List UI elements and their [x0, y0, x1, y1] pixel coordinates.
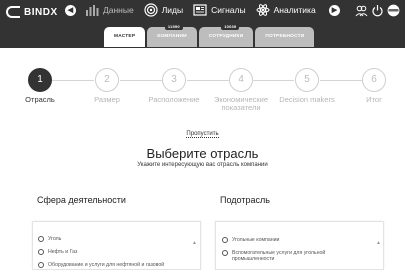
- step-decision-makers[interactable]: 5 Decision makers: [275, 68, 339, 104]
- option-label: Нефть и Газ: [48, 249, 78, 255]
- step-label: Отрасль: [25, 95, 55, 104]
- nav-label-signals: Сигналы: [211, 5, 246, 15]
- nav-item-analytics[interactable]: Аналитика: [256, 3, 316, 17]
- nav-next-icon[interactable]: ▶: [329, 5, 340, 16]
- step-number: 3: [162, 68, 186, 92]
- radio-button[interactable]: [38, 236, 44, 242]
- main-nav: Данные Лиды Сигналы Аналитика: [85, 3, 316, 17]
- page-title: Выберите отрасль: [146, 146, 259, 161]
- step-number: 4: [229, 68, 253, 92]
- radio-button[interactable]: [222, 250, 228, 256]
- subindustry-options-panel[interactable]: [215, 221, 384, 270]
- step-label: Итог: [366, 95, 382, 104]
- step-label: Расположение: [148, 95, 200, 104]
- step-number: 2: [95, 68, 119, 92]
- tab-needs[interactable]: ПОТРЕБНОСТИ: [255, 27, 315, 47]
- atom-icon: [256, 4, 270, 16]
- option-label: Оборудование и услуги для нефтяной и газ…: [48, 262, 165, 268]
- nav-label-analytics: Аналитика: [273, 5, 316, 15]
- step-industry[interactable]: 1 Отрасль: [8, 68, 72, 104]
- radio-button[interactable]: [38, 249, 44, 255]
- tab-employees[interactable]: СОТРУДНИКИ 10039: [198, 24, 254, 47]
- tab-master-label: МАСТЕР: [114, 34, 136, 39]
- subindustry-scroll-up-icon[interactable]: ▲: [376, 240, 381, 246]
- news-icon: [193, 4, 207, 16]
- tab-companies-label: КОМПАНИИ: [157, 34, 187, 39]
- brand-name: BINDX: [24, 6, 58, 18]
- wizard-steps: 1 Отрасль 2 Размер 3 Расположение 4 Экон…: [0, 68, 405, 118]
- step-summary[interactable]: 6 Итог: [342, 68, 405, 104]
- nav-label-data: Данные: [103, 5, 134, 15]
- skip-link[interactable]: Пропустить: [186, 131, 219, 138]
- tab-companies-badge: 11590: [164, 24, 183, 30]
- tab-needs-label: ПОТРЕБНОСТИ: [265, 34, 305, 39]
- language-flag-icon[interactable]: [387, 4, 400, 17]
- top-navigation-bar: BINDX ◀ Данные Лиды Сигналы Аналитика ▶ …: [0, 0, 405, 48]
- step-location[interactable]: 3 Расположение: [142, 68, 206, 104]
- step-size[interactable]: 2 Размер: [75, 68, 139, 104]
- tab-bar: МАСТЕР КОМПАНИИ 11590 СОТРУДНИКИ 10039 П…: [104, 24, 315, 47]
- sphere-heading: Сфера деятельности: [37, 195, 126, 205]
- tab-companies[interactable]: КОМПАНИИ 11590: [147, 24, 197, 47]
- step-economics[interactable]: 4 Экономические показатели: [209, 68, 273, 112]
- sphere-scroll-up-icon[interactable]: ▲: [192, 240, 197, 246]
- user-actions: [355, 4, 400, 17]
- radio-button[interactable]: [222, 237, 228, 243]
- step-number: 5: [295, 68, 319, 92]
- step-label: Decision makers: [279, 95, 335, 104]
- tab-employees-label: СОТРУДНИКИ: [208, 34, 244, 39]
- tab-master[interactable]: МАСТЕР: [104, 27, 146, 47]
- nav-label-leads: Лиды: [161, 5, 184, 15]
- step-label: Размер: [94, 95, 120, 104]
- logo-mark-icon: [6, 6, 20, 18]
- sphere-option[interactable]: Нефть и Газ: [38, 249, 77, 255]
- step-label: Экономические показатели: [213, 95, 269, 112]
- sphere-option[interactable]: Уголь: [38, 236, 61, 242]
- subindustry-heading: Подотрасль: [220, 195, 270, 205]
- radio-button[interactable]: [38, 262, 44, 268]
- sphere-option[interactable]: Оборудование и услуги для нефтяной и газ…: [38, 262, 164, 268]
- option-label: Вспомогательные услуги для угольной пром…: [232, 250, 326, 262]
- bar-chart-icon: [86, 5, 99, 16]
- brand-logo[interactable]: BINDX: [6, 6, 58, 18]
- subindustry-option[interactable]: Угольные компании: [222, 237, 279, 243]
- page-subtitle: Укажите интересующую вас отрасль компани…: [137, 162, 268, 168]
- tab-employees-badge: 10039: [221, 24, 240, 30]
- nav-prev-icon[interactable]: ◀: [65, 5, 76, 16]
- step-number: 6: [362, 68, 386, 92]
- target-icon: [144, 3, 158, 17]
- nav-item-data[interactable]: Данные: [85, 3, 134, 17]
- skip-link-row: Пропустить: [0, 131, 405, 138]
- nav-item-signals[interactable]: Сигналы: [193, 3, 246, 17]
- option-label: Уголь: [48, 236, 62, 242]
- users-icon[interactable]: [355, 4, 368, 17]
- subindustry-option[interactable]: Вспомогательные услуги для угольной пром…: [222, 250, 362, 262]
- step-number: 1: [28, 68, 52, 92]
- nav-item-leads[interactable]: Лиды: [144, 3, 183, 17]
- option-label: Угольные компании: [232, 237, 280, 243]
- power-icon[interactable]: [371, 4, 384, 17]
